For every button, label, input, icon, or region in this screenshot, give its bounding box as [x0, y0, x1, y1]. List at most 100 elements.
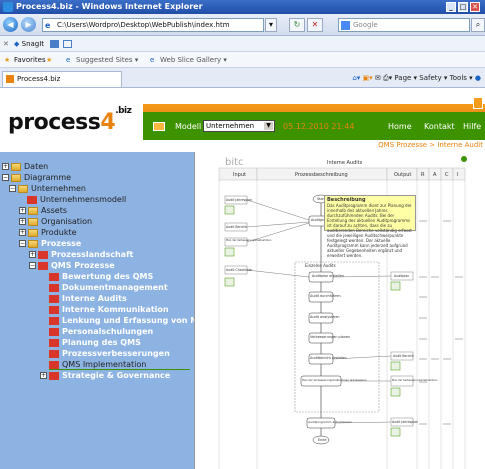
minimize-button[interactable]: _ [446, 2, 456, 12]
google-icon [341, 21, 350, 30]
tree-item-personalschulungen[interactable]: Personalschulungen [49, 326, 153, 337]
expand-icon[interactable]: + [19, 229, 26, 236]
snagit-button[interactable]: ◆ SnagIt [14, 36, 44, 52]
tree-item-qms-prozesse[interactable]: − QMS Prozesse [29, 260, 115, 271]
document-icon[interactable] [390, 281, 401, 291]
tree-item-strategie[interactable]: + Strategie & Governance [40, 370, 170, 381]
document-icon[interactable] [224, 205, 235, 215]
refresh-button[interactable]: ↻ [289, 18, 305, 32]
print-icon[interactable]: ⎙▾ [383, 74, 392, 82]
diagram-icon [49, 294, 59, 303]
tree-item-prozesslandschaft[interactable]: + Prozesslandschaft [29, 249, 133, 260]
expand-icon[interactable]: + [40, 372, 47, 379]
diagram-title: Interne Audits [327, 160, 363, 166]
svg-text:Plan der Verbesserungsmaßnahme: Plan der Verbesserungsmaßnahmen aktualis… [302, 378, 367, 382]
web-slice-icon: e [150, 56, 155, 64]
expand-icon[interactable]: + [19, 218, 26, 225]
forward-button[interactable]: ▶ [21, 17, 36, 32]
diagram-icon [49, 283, 59, 292]
document-icon[interactable] [390, 387, 401, 397]
suggested-sites-link[interactable]: Suggested Sites ▾ [76, 52, 138, 68]
header-orange-tab[interactable] [473, 97, 483, 109]
snagit-window-icon[interactable] [63, 40, 72, 48]
tree-item-daten[interactable]: + Daten [2, 161, 48, 172]
page-menu[interactable]: Page ▾ [394, 74, 417, 82]
col-output: Output [394, 172, 411, 178]
nav-home[interactable]: Home [388, 122, 412, 132]
tree-item-organisation[interactable]: + Organisation [19, 216, 92, 227]
tree-item-prozessverbesserungen[interactable]: Prozessverbesserungen [49, 348, 170, 359]
model-select[interactable]: Unternehmen ▼ [203, 120, 275, 132]
tree-item-bewertung[interactable]: Bewertung des QMS [49, 271, 153, 282]
maximize-button[interactable]: □ [458, 2, 468, 12]
svg-text:Audit durchführen: Audit durchführen [310, 294, 341, 298]
svg-text:Auditbericht erstellen: Auditbericht erstellen [310, 356, 347, 360]
tools-menu[interactable]: Tools ▾ [450, 74, 473, 82]
expand-icon[interactable]: + [2, 163, 9, 170]
web-slice-gallery-link[interactable]: Web Slice Gallery ▾ [160, 52, 227, 68]
document-icon[interactable] [390, 427, 401, 437]
collapse-icon[interactable]: − [29, 262, 36, 269]
mail-icon[interactable]: ✉ [375, 74, 381, 82]
search-input[interactable]: Google [338, 18, 470, 32]
home-icon[interactable]: ⌂▾ [352, 74, 360, 82]
svg-text:Audit Jahresplan: Audit Jahresplan [392, 420, 418, 424]
tree-item-dokumentmanagement[interactable]: Dokumentmanagement [49, 282, 168, 293]
document-icon[interactable] [390, 361, 401, 371]
add-favorite-icon[interactable]: ★ [46, 52, 52, 68]
col-a: A [433, 172, 437, 178]
tree-item-diagramme[interactable]: − Diagramme [2, 172, 71, 183]
svg-text:Audit Bericht: Audit Bericht [226, 225, 247, 229]
address-field[interactable]: e C:\Users\Wordpro\Desktop\WebPublish\in… [42, 18, 264, 32]
tree-item-produkte[interactable]: + Produkte [19, 227, 77, 238]
address-toolbar: ◀ ▶ e C:\Users\Wordpro\Desktop\WebPublis… [0, 14, 485, 36]
feeds-icon[interactable]: ▣▾ [363, 74, 373, 82]
tree-item-interne-kommunikation[interactable]: Interne Kommunikation [49, 304, 169, 315]
expand-icon[interactable]: + [19, 207, 26, 214]
svg-text:Audit Bericht: Audit Bericht [393, 354, 414, 358]
bitc-logo: bitc [225, 157, 244, 168]
tree-item-unternehmen[interactable]: − Unternehmen [9, 183, 86, 194]
breadcrumb: QMS Prozesse > Interne Audit [378, 141, 483, 149]
collapse-icon[interactable]: − [9, 185, 16, 192]
search-button[interactable]: ⌕ [471, 18, 485, 32]
tree-item-qms-implementation[interactable]: QMS Implementation [49, 359, 190, 370]
stop-button[interactable]: ✕ [307, 18, 323, 32]
suggested-sites-icon: e [66, 56, 71, 64]
toolbar-close-icon[interactable]: ✕ [3, 36, 9, 52]
tree-item-lenkung[interactable]: Lenkung und Erfassung von Me [49, 315, 204, 326]
favorites-button[interactable]: Favorites [14, 52, 46, 68]
tree-item-prozesse[interactable]: − Prozesse [19, 238, 81, 249]
tree-item-assets[interactable]: + Assets [19, 205, 67, 216]
folder-icon [28, 228, 38, 237]
svg-text:Auditplan erstellen: Auditplan erstellen [312, 274, 344, 278]
document-icon[interactable] [224, 247, 235, 257]
chevron-down-icon: ▼ [264, 122, 273, 130]
document-icon[interactable] [224, 277, 235, 287]
nav-hilfe[interactable]: Hilfe [463, 122, 481, 132]
favorites-bar: ★ Favorites ★ e Suggested Sites ▾ e Web … [0, 52, 485, 68]
tab-bar: Process4.biz ⌂▾ ▣▾ ✉ ⎙▾ Page ▾ Safety ▾ … [0, 68, 485, 88]
safety-menu[interactable]: Safety ▾ [419, 74, 447, 82]
folder-icon [11, 173, 21, 182]
close-button[interactable]: ✕ [470, 2, 480, 12]
back-button[interactable]: ◀ [3, 17, 18, 32]
collapse-icon[interactable]: − [2, 174, 9, 181]
search-placeholder: Google [353, 21, 378, 29]
group-label: Einzelne Audits [305, 263, 336, 268]
expand-icon[interactable]: + [29, 251, 36, 258]
tab-process4biz[interactable]: Process4.biz [2, 71, 122, 87]
address-dropdown-button[interactable]: ▾ [265, 18, 277, 32]
col-prozessbeschreibung: Prozessbeschreibung [295, 172, 348, 178]
svg-text:Verbesserungen planen: Verbesserungen planen [310, 335, 350, 339]
tree-item-unternehmensmodell[interactable]: Unternehmensmodell [27, 194, 126, 205]
tree-item-interne-audits[interactable]: Interne Audits [49, 293, 127, 304]
help-icon[interactable]: ● [475, 74, 481, 82]
address-url: C:\Users\Wordpro\Desktop\WebPublish\inde… [57, 21, 230, 29]
diagram-icon [49, 305, 59, 314]
favorites-star-icon[interactable]: ★ [4, 52, 10, 68]
snagit-capture-icon[interactable] [50, 40, 59, 48]
tree-item-planung[interactable]: Planung des QMS [49, 337, 141, 348]
nav-kontakt[interactable]: Kontakt [424, 122, 455, 132]
collapse-icon[interactable]: − [19, 240, 26, 247]
